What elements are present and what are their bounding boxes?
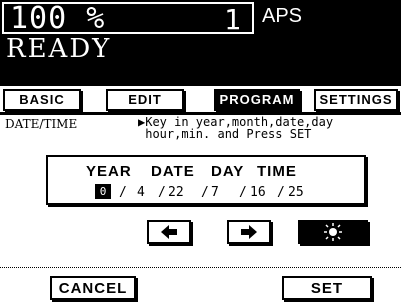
copy-count: 1 (224, 3, 241, 36)
right-arrow-icon (241, 225, 257, 239)
separator: / (277, 185, 285, 200)
year-input-cursor[interactable]: 0 (95, 184, 111, 199)
instruction-message: ▶Key in year,month,date,day hour,min. an… (138, 116, 333, 140)
tab-edit-label: EDIT (128, 92, 162, 107)
tab-settings[interactable]: SETTINGS (314, 89, 398, 111)
header-date: DATE (151, 163, 195, 180)
zoom-ratio: 100 % (10, 1, 106, 36)
paper-mode: APS (262, 5, 303, 27)
left-arrow-icon (161, 225, 177, 239)
tab-basic-label: BASIC (19, 92, 65, 107)
header-day: DAY (211, 163, 245, 180)
status-panel: 100 % 1 APS READY (0, 0, 401, 86)
tab-program[interactable]: PROGRAM (214, 89, 300, 111)
instruction-line-2: hour,min. and Press SET (138, 127, 312, 141)
dotted-divider (0, 267, 401, 268)
header-year: YEAR (86, 163, 132, 180)
tab-edit[interactable]: EDIT (106, 89, 184, 111)
machine-state: READY (6, 34, 112, 64)
brightness-button[interactable] (298, 220, 368, 244)
set-label: SET (310, 279, 344, 297)
day-value[interactable]: 7 (211, 185, 219, 200)
separator: / (201, 185, 209, 200)
cancel-label: CANCEL (58, 279, 128, 297)
brightness-icon (324, 223, 342, 241)
separator: / (119, 185, 127, 200)
separator: / (158, 185, 166, 200)
date-value[interactable]: 22 (168, 185, 184, 200)
separator: / (239, 185, 247, 200)
section-label: DATE/TIME (5, 117, 78, 131)
month-value[interactable]: 4 (137, 185, 145, 200)
header-time: TIME (257, 163, 297, 180)
cancel-button[interactable]: CANCEL (50, 276, 136, 300)
zoom-copies-box: 100 % 1 (2, 1, 254, 36)
set-button[interactable]: SET (282, 276, 372, 300)
left-arrow-button[interactable] (147, 220, 191, 244)
year-value: 0 (99, 185, 107, 198)
hour-value[interactable]: 16 (250, 185, 266, 200)
minute-value[interactable]: 25 (288, 185, 304, 200)
tab-program-label: PROGRAM (219, 92, 295, 107)
tab-settings-label: SETTINGS (319, 92, 393, 107)
right-arrow-button[interactable] (227, 220, 271, 244)
tab-basic[interactable]: BASIC (3, 89, 81, 111)
